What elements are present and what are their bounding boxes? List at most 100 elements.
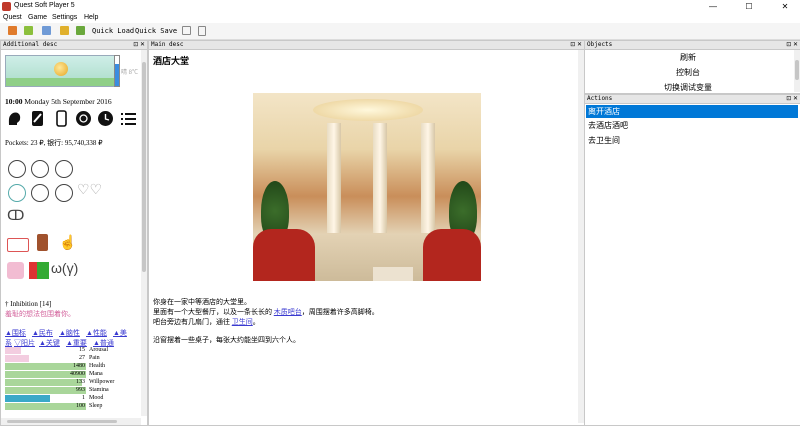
main-desc-panel: Main desc ⊡ ✕ 酒店大堂 你身在一家中等酒店的大堂里。 里面有一个大… bbox=[148, 40, 585, 426]
stat-value: 15 bbox=[79, 347, 85, 353]
page-icon[interactable] bbox=[198, 26, 206, 36]
hand-icon[interactable]: ☝ bbox=[59, 234, 76, 251]
quick-save-button[interactable]: Quick Save bbox=[135, 27, 177, 35]
stat-bar-willpower: 133 bbox=[5, 379, 86, 386]
inhibition-hint: 羞耻的想法包围着你。 bbox=[5, 310, 75, 318]
close-button[interactable]: ✕ bbox=[770, 0, 800, 13]
app-icon bbox=[2, 2, 11, 11]
object-refresh[interactable]: 刷新 bbox=[585, 52, 791, 63]
inventory-icon[interactable] bbox=[29, 262, 49, 279]
stat-label: Sleep bbox=[89, 403, 103, 409]
panel-header: Actions bbox=[585, 95, 800, 104]
stat-bar-sleep: 100 bbox=[5, 403, 86, 410]
action-go-bar[interactable]: 去酒店酒吧 bbox=[586, 119, 798, 132]
vertical-scrollbar[interactable] bbox=[141, 50, 147, 416]
inhibition-stat: † Inhibition [14] bbox=[5, 300, 52, 308]
pockets-readout: Pockets: 23 ₽, 银行: 95,740,338 ₽ bbox=[5, 139, 103, 147]
hotel-lobby-image bbox=[253, 93, 481, 281]
clock-icon[interactable] bbox=[97, 110, 114, 127]
thermometer-icon bbox=[114, 55, 120, 87]
title-bar: Quest Soft Player 5 — ☐ ✕ bbox=[0, 0, 800, 13]
window-title: Quest Soft Player 5 bbox=[14, 2, 75, 9]
stat-bar-stamina: 993 bbox=[5, 387, 86, 394]
menu-help[interactable]: Help bbox=[84, 14, 98, 21]
minimize-button[interactable]: — bbox=[698, 0, 728, 13]
action-leave-hotel[interactable]: 离开酒店 bbox=[586, 105, 798, 118]
object-debug-toggle[interactable]: 切换调试变量 bbox=[585, 82, 791, 93]
stat-bar-fill bbox=[5, 387, 86, 394]
settings-icon[interactable] bbox=[75, 110, 92, 127]
tag-link[interactable]: ▲围标 bbox=[5, 328, 26, 338]
vertical-scrollbar[interactable] bbox=[794, 50, 800, 92]
bar-counter-link[interactable]: 木质吧台 bbox=[274, 308, 302, 316]
stat-value: 133 bbox=[76, 379, 85, 385]
restroom-link[interactable]: 卫生间 bbox=[232, 318, 253, 326]
stat-bar-mana: 40900 bbox=[5, 371, 86, 378]
tag-link[interactable]: ▲民布 bbox=[32, 328, 53, 338]
stat-label: Mana bbox=[89, 371, 103, 377]
stat-label: Pain bbox=[89, 355, 100, 361]
fullscreen-icon[interactable] bbox=[182, 26, 191, 35]
date-time: 10:00 Monday 5th September 2016 bbox=[5, 97, 112, 106]
bottle-icon[interactable] bbox=[37, 234, 48, 251]
body-shape-icon[interactable]: ω(γ) bbox=[51, 260, 78, 276]
weather-readout: 晴 8℃ bbox=[121, 70, 139, 76]
stat-bar-fill bbox=[5, 395, 50, 402]
panel-controls[interactable]: ⊡ ✕ bbox=[786, 41, 798, 49]
head-heart-icon[interactable] bbox=[8, 184, 26, 202]
menu-settings[interactable]: Settings bbox=[52, 14, 77, 21]
panel-controls[interactable]: ⊡ ✕ bbox=[786, 95, 798, 103]
save-icon[interactable] bbox=[76, 26, 85, 35]
body-icon[interactable]: ↀ bbox=[7, 207, 24, 224]
reopen-icon[interactable] bbox=[24, 26, 33, 35]
menu-quest[interactable]: Quest bbox=[3, 14, 22, 21]
dizzy-face-icon[interactable] bbox=[8, 160, 26, 178]
phone-icon[interactable] bbox=[53, 110, 70, 127]
calendar-icon[interactable] bbox=[7, 238, 29, 252]
sad-face-icon[interactable] bbox=[31, 184, 49, 202]
tag-link[interactable]: ▲脑性 bbox=[59, 328, 80, 338]
menu-bar: Quest Game Settings Help bbox=[0, 13, 800, 23]
sweat-face-icon[interactable] bbox=[55, 160, 73, 178]
load-icon[interactable] bbox=[60, 26, 69, 35]
panel-controls[interactable]: ⊡ ✕ bbox=[570, 41, 582, 49]
action-go-restroom[interactable]: 去卫生间 bbox=[586, 134, 798, 147]
tag-link[interactable]: ▲性能 bbox=[86, 328, 107, 338]
menu-list-icon[interactable] bbox=[120, 110, 137, 127]
stat-label: Willpower bbox=[89, 379, 115, 385]
objects-panel: Objects ⊡ ✕ 刷新 控制台 切换调试变量 bbox=[584, 40, 800, 94]
stat-bar-arousal: 15 bbox=[5, 347, 86, 354]
open-icon[interactable] bbox=[8, 26, 17, 35]
stat-bar-fill bbox=[5, 379, 82, 386]
banner-ground bbox=[6, 78, 119, 86]
head-silhouette-icon[interactable] bbox=[6, 110, 23, 127]
toolbar: Quick Load Quick Save bbox=[0, 23, 800, 40]
menu-game[interactable]: Game bbox=[28, 14, 47, 21]
object-console[interactable]: 控制台 bbox=[585, 67, 791, 78]
room-title: 酒店大堂 bbox=[153, 56, 190, 66]
quick-load-button[interactable]: Quick Load bbox=[92, 27, 134, 35]
sun-icon bbox=[54, 62, 68, 76]
room-description-line: 里面有一个大型餐厅，以及一条长长的 木质吧台，周围摆着许多高脚椅。 bbox=[153, 308, 379, 316]
stat-label: Stamina bbox=[89, 387, 109, 393]
stat-label: Mood bbox=[89, 395, 104, 401]
stat-bar-mood: 1 bbox=[5, 395, 86, 402]
card-icon[interactable] bbox=[29, 110, 46, 127]
worried-face-icon[interactable] bbox=[31, 160, 49, 178]
panel-header: Main desc bbox=[149, 41, 584, 50]
maximize-button[interactable]: ☐ bbox=[734, 0, 764, 13]
panel-header: Additional desc bbox=[1, 41, 147, 50]
weather-banner bbox=[5, 55, 120, 87]
panel-controls[interactable]: ⊡ ✕ bbox=[133, 41, 145, 49]
horizontal-scrollbar[interactable] bbox=[1, 418, 141, 425]
hearts-icon[interactable]: ♡♡ bbox=[77, 181, 102, 198]
stat-bar-fill bbox=[5, 355, 30, 362]
actions-panel: Actions ⊡ ✕ 离开酒店 去酒店酒吧 去卫生间 bbox=[584, 94, 800, 426]
tag-link[interactable]: ▲美 bbox=[113, 328, 127, 338]
restart-icon[interactable] bbox=[42, 26, 51, 35]
stat-bar-fill bbox=[5, 403, 86, 410]
stat-bar-fill bbox=[5, 347, 22, 354]
frown-face-icon[interactable] bbox=[55, 184, 73, 202]
room-description-line: 你身在一家中等酒店的大堂里。 bbox=[153, 298, 251, 306]
clothes-icon[interactable] bbox=[7, 262, 24, 279]
